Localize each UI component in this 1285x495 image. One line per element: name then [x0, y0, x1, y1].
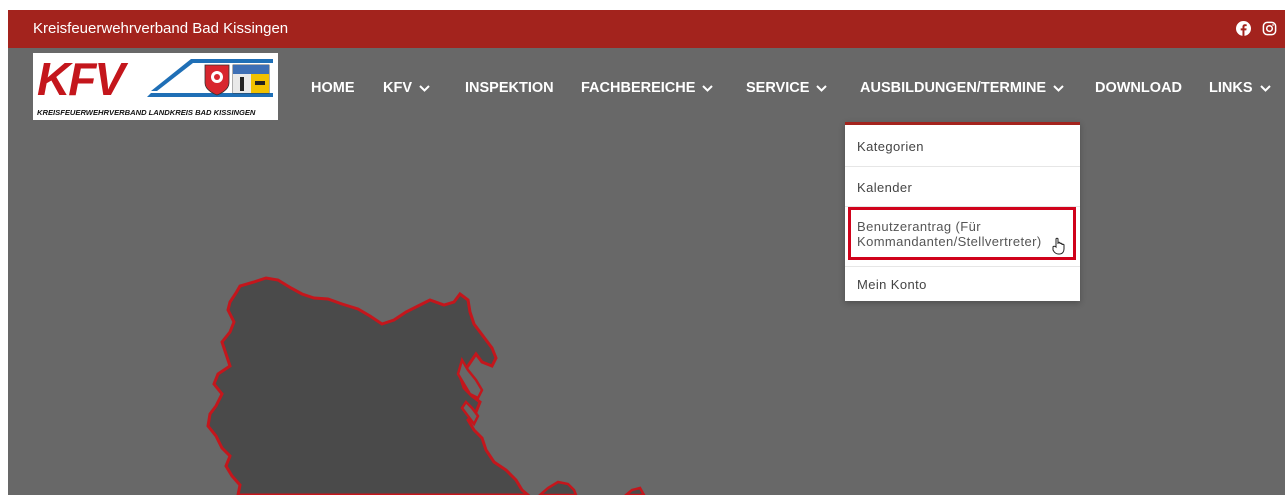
chevron-down-icon	[1259, 84, 1271, 92]
chevron-down-icon	[419, 84, 430, 92]
ausbildungen-termine-dropdown: Kategorien Kalender Benutzerantrag (Für …	[845, 122, 1080, 301]
nav-item-home[interactable]: HOME	[311, 80, 355, 96]
nav-label: KFV	[383, 80, 412, 96]
nav-label: LINKS	[1209, 80, 1253, 96]
nav-item-ausbildungen-termine[interactable]: AUSBILDUNGEN/TERMINE	[860, 80, 1064, 96]
chevron-down-icon	[1053, 84, 1064, 92]
nav-item-download[interactable]: DOWNLOAD	[1095, 80, 1182, 96]
nav-item-inspektion[interactable]: INSPEKTION	[465, 80, 554, 96]
logo-letters: KFV	[37, 53, 128, 105]
chevron-down-icon	[816, 84, 828, 92]
site-name: Kreisfeuerwehrverband Bad Kissingen	[33, 20, 289, 37]
dropdown-item-label: Kategorien	[857, 139, 924, 154]
coat-of-arms-right-icon	[232, 64, 270, 94]
divider	[845, 166, 1080, 167]
kfv-logo[interactable]: KFV KREISFEUERWEHRVERBAND LANDKREIS BAD …	[33, 53, 278, 120]
nav-item-service[interactable]: SERVICE	[746, 80, 828, 96]
website-viewport: Kreisfeuerwehrverband Bad Kissingen KFV	[8, 10, 1285, 495]
nav-label: AUSBILDUNGEN/TERMINE	[860, 80, 1047, 96]
divider	[845, 266, 1080, 267]
dropdown-item-kalender[interactable]: Kalender	[845, 180, 1080, 195]
facebook-icon[interactable]	[1236, 21, 1251, 36]
map-fragment	[538, 480, 578, 495]
dropdown-item-kategorien[interactable]: Kategorien	[845, 139, 1080, 154]
nav-label: HOME	[311, 80, 355, 96]
highlight-box	[848, 207, 1076, 260]
hand-cursor-icon	[1052, 237, 1065, 255]
social-links	[1236, 21, 1277, 36]
coat-of-arms-left-icon	[204, 64, 230, 96]
nav-label: SERVICE	[746, 80, 810, 96]
dropdown-item-label: Mein Konto	[857, 277, 927, 292]
map-fragment-2	[624, 486, 646, 495]
chevron-down-icon	[702, 84, 714, 92]
nav-label: INSPEKTION	[465, 80, 554, 96]
nav-label: DOWNLOAD	[1095, 80, 1182, 96]
nav-item-links[interactable]: LINKS	[1209, 80, 1271, 96]
dropdown-item-mein-konto[interactable]: Mein Konto	[845, 277, 1080, 292]
nav-label: FACHBEREICHE	[581, 80, 696, 96]
nav-item-kfv[interactable]: KFV	[383, 80, 430, 96]
instagram-icon[interactable]	[1262, 21, 1277, 36]
top-bar: Kreisfeuerwehrverband Bad Kissingen	[8, 10, 1285, 48]
dropdown-item-label: Kalender	[857, 180, 913, 195]
logo-tagline: KREISFEUERWEHRVERBAND LANDKREIS BAD KISS…	[37, 108, 256, 117]
nav-item-fachbereiche[interactable]: FACHBEREICHE	[581, 80, 714, 96]
